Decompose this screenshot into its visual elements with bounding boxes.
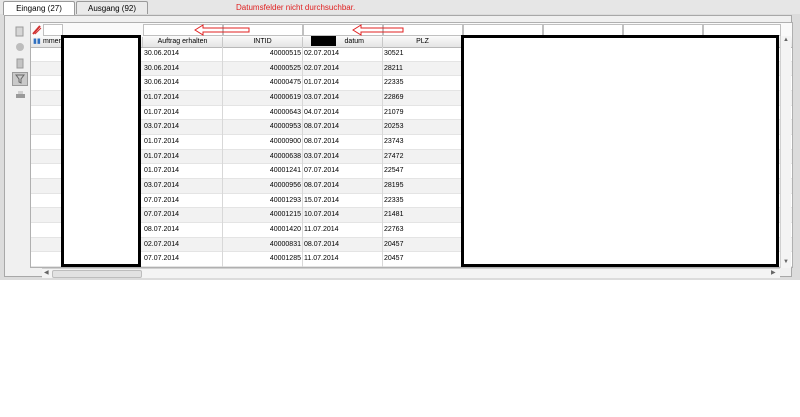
cell-intid[interactable]: 40001215 (223, 208, 303, 224)
cell-intid[interactable]: 40000643 (223, 105, 303, 121)
cell-datum[interactable]: 11.07.2014 (303, 252, 383, 267)
scroll-up-icon[interactable]: ▲ (783, 36, 789, 44)
cell-plz[interactable]: 23743 (383, 135, 463, 150)
cell-intid[interactable]: 40000831 (223, 237, 303, 253)
header-redaction (311, 36, 336, 46)
tab-bar: Eingang (27) Ausgang (92) Datumsfelder n… (0, 0, 800, 15)
cell-intid[interactable]: 40000638 (223, 149, 303, 165)
cell-plz[interactable]: 21481 (383, 208, 463, 224)
filter-icon[interactable] (12, 72, 28, 86)
cell-datum[interactable]: 08.07.2014 (303, 179, 383, 194)
horizontal-scrollbar[interactable]: ◀ ▶ (42, 268, 780, 278)
cell-plz[interactable]: 28195 (383, 179, 463, 194)
cell-auftrag-erhalten[interactable]: 01.07.2014 (143, 91, 223, 106)
cell-intid[interactable]: 40000953 (223, 120, 303, 135)
cell-plz[interactable]: 22547 (383, 164, 463, 180)
scroll-down-icon[interactable]: ▼ (783, 258, 789, 266)
cell-plz[interactable]: 22335 (383, 76, 463, 91)
scroll-right-icon[interactable]: ▶ (771, 269, 776, 277)
cell-intid[interactable]: 40000515 (223, 47, 303, 62)
cell-auftrag-erhalten[interactable]: 07.07.2014 (143, 208, 223, 224)
filter-cell[interactable] (43, 24, 63, 36)
cell-datum[interactable]: 08.07.2014 (303, 237, 383, 253)
cell-plz[interactable]: 20457 (383, 252, 463, 267)
copy-icon[interactable] (12, 24, 28, 38)
horizontal-scroll-thumb[interactable] (52, 270, 142, 278)
redacted-column-left (61, 35, 141, 267)
print-icon[interactable] (12, 88, 28, 102)
cell-auftrag-erhalten[interactable]: 30.06.2014 (143, 47, 223, 62)
cell-auftrag-erhalten[interactable]: 03.07.2014 (143, 120, 223, 135)
cell-plz[interactable]: 20253 (383, 120, 463, 135)
redacted-columns-right (461, 35, 779, 267)
annotation-text: Datumsfelder nicht durchsuchbar. (236, 3, 356, 12)
col-header-intid[interactable]: INTID (223, 37, 303, 47)
cell-plz[interactable]: 21079 (383, 105, 463, 121)
cell-datum[interactable]: 08.07.2014 (303, 120, 383, 135)
scroll-left-icon[interactable]: ◀ (44, 269, 49, 277)
arrow-annotation-datum (352, 24, 404, 36)
cell-intid[interactable]: 40001420 (223, 223, 303, 238)
cell-auftrag-erhalten[interactable]: 01.07.2014 (143, 135, 223, 150)
cell-datum[interactable]: 07.07.2014 (303, 164, 383, 180)
app-window: Eingang (27) Ausgang (92) Datumsfelder n… (0, 0, 800, 280)
cell-plz[interactable]: 22763 (383, 223, 463, 238)
cell-auftrag-erhalten[interactable]: 08.07.2014 (143, 223, 223, 238)
col-header-nummer[interactable]: mmer (43, 37, 63, 47)
cell-plz[interactable]: 22335 (383, 193, 463, 209)
cell-auftrag-erhalten[interactable]: 07.07.2014 (143, 193, 223, 209)
export-icon[interactable] (12, 56, 28, 70)
cell-intid[interactable]: 40000956 (223, 179, 303, 194)
vertical-scrollbar[interactable]: ▲ ▼ (780, 36, 791, 268)
cell-plz[interactable]: 28211 (383, 61, 463, 77)
cell-datum[interactable]: 02.07.2014 (303, 61, 383, 77)
cell-plz[interactable]: 20457 (383, 237, 463, 253)
cell-auftrag-erhalten[interactable]: 01.07.2014 (143, 164, 223, 180)
cell-datum[interactable]: 08.07.2014 (303, 135, 383, 150)
tab-ausgang[interactable]: Ausgang (92) (76, 1, 148, 14)
settings-icon[interactable] (12, 40, 28, 54)
cell-auftrag-erhalten[interactable]: 03.07.2014 (143, 179, 223, 194)
cell-datum[interactable]: 03.07.2014 (303, 149, 383, 165)
cell-datum[interactable]: 02.07.2014 (303, 47, 383, 62)
cell-auftrag-erhalten[interactable]: 30.06.2014 (143, 61, 223, 77)
clear-filter-icon[interactable] (31, 24, 43, 36)
cell-auftrag-erhalten[interactable]: 01.07.2014 (143, 149, 223, 165)
cell-datum[interactable]: 03.07.2014 (303, 91, 383, 106)
cell-intid[interactable]: 40001293 (223, 193, 303, 209)
cell-plz[interactable]: 27472 (383, 149, 463, 165)
cell-datum[interactable]: 15.07.2014 (303, 193, 383, 209)
cell-intid[interactable]: 40000900 (223, 135, 303, 150)
cell-intid[interactable]: 40001285 (223, 252, 303, 267)
cell-plz[interactable]: 22869 (383, 91, 463, 106)
cell-auftrag-erhalten[interactable]: 30.06.2014 (143, 76, 223, 91)
cell-datum[interactable]: 04.07.2014 (303, 105, 383, 121)
cell-datum[interactable]: 01.07.2014 (303, 76, 383, 91)
cell-intid[interactable]: 40000475 (223, 76, 303, 91)
col-header-plz[interactable]: PLZ (383, 37, 463, 47)
cell-intid[interactable]: 40001241 (223, 164, 303, 180)
cell-intid[interactable]: 40000619 (223, 91, 303, 106)
column-chooser-icon[interactable]: ▮▮ (33, 38, 41, 46)
arrow-annotation-auftrag (194, 24, 250, 36)
cell-auftrag-erhalten[interactable]: 02.07.2014 (143, 237, 223, 253)
cell-auftrag-erhalten[interactable]: 01.07.2014 (143, 105, 223, 121)
cell-datum[interactable]: 10.07.2014 (303, 208, 383, 224)
cell-auftrag-erhalten[interactable]: 07.07.2014 (143, 252, 223, 267)
cell-plz[interactable]: 30521 (383, 47, 463, 62)
col-header-auftrag-erhalten[interactable]: Auftrag erhalten (143, 37, 223, 47)
cell-intid[interactable]: 40000525 (223, 61, 303, 77)
cell-datum[interactable]: 11.07.2014 (303, 223, 383, 238)
tab-eingang[interactable]: Eingang (27) (3, 1, 75, 15)
